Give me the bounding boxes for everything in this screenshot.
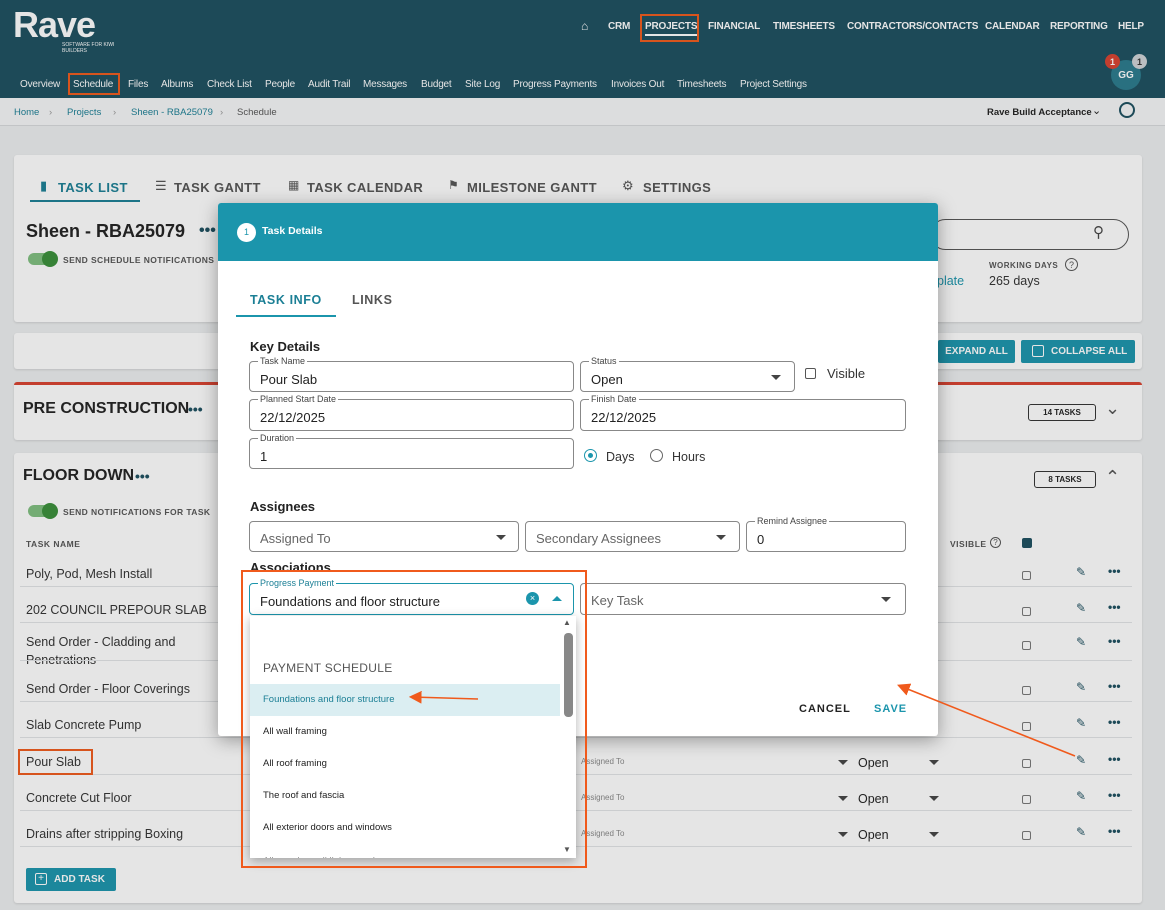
arrow-to-option <box>408 690 479 704</box>
arrow-to-save <box>897 683 1076 757</box>
annotation-arrows <box>408 683 1076 757</box>
